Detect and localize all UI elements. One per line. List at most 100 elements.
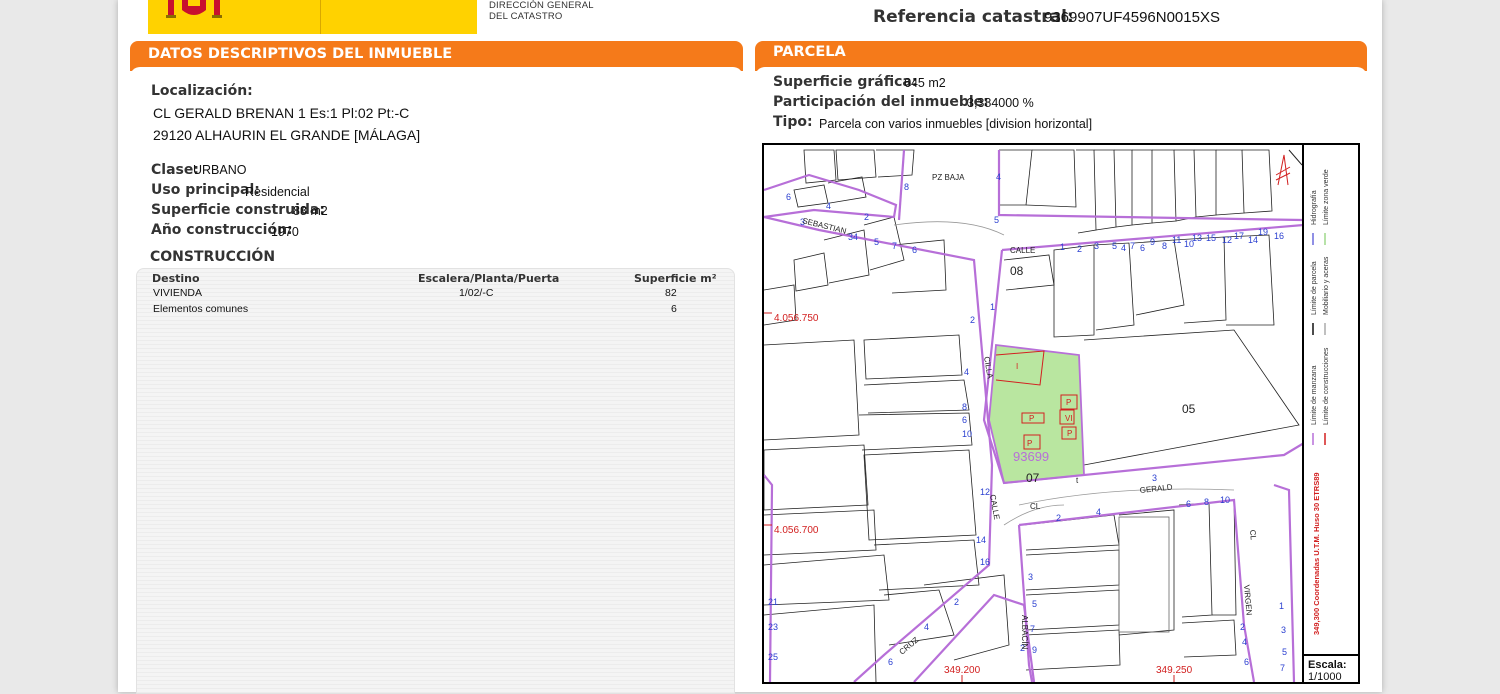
svg-text:P: P bbox=[1029, 414, 1034, 423]
scale-label: Escala: bbox=[1308, 659, 1347, 671]
svg-text:8: 8 bbox=[1162, 241, 1167, 251]
table-row-2-destino: Elementos comunes bbox=[153, 303, 249, 315]
svg-text:3: 3 bbox=[1028, 572, 1033, 582]
map-drawing: I P P P VI P 642 334 5 7 68 45 12 3 5 4 … bbox=[764, 149, 1302, 682]
svg-text:14: 14 bbox=[1248, 235, 1258, 245]
localizacion-label: Localización: bbox=[151, 83, 253, 99]
svg-text:5: 5 bbox=[1032, 599, 1037, 609]
participacion-label: Participación del inmueble: bbox=[773, 94, 989, 110]
col-escalera: Escalera/Planta/Puerta bbox=[418, 272, 560, 285]
svg-text:4.056.750: 4.056.750 bbox=[774, 313, 819, 324]
svg-text:2: 2 bbox=[1240, 622, 1245, 632]
svg-text:6: 6 bbox=[888, 657, 893, 667]
anio-construccion-value: 1970 bbox=[271, 225, 299, 239]
svg-text:9: 9 bbox=[1032, 645, 1037, 655]
construccion-table: Destino Escalera/Planta/Puerta Superfici… bbox=[136, 268, 735, 694]
north-arrow-icon bbox=[1275, 154, 1291, 186]
table-row-2-superficie: 6 bbox=[671, 303, 677, 315]
svg-text:9: 9 bbox=[1150, 237, 1155, 247]
gobierno-logo bbox=[148, 0, 477, 34]
legend-zona-verde: Límite zona verde bbox=[1323, 169, 1330, 225]
svg-text:13: 13 bbox=[1192, 233, 1202, 243]
tipo-label: Tipo: bbox=[773, 114, 813, 130]
col-superficie: Superficie m² bbox=[634, 272, 717, 285]
svg-text:16: 16 bbox=[980, 557, 990, 567]
svg-text:349.250: 349.250 bbox=[1156, 665, 1193, 676]
svg-text:3: 3 bbox=[1152, 473, 1157, 483]
svg-text:16: 16 bbox=[1274, 231, 1284, 241]
svg-text:8: 8 bbox=[1204, 497, 1209, 507]
svg-text:4: 4 bbox=[996, 172, 1001, 182]
svg-text:1: 1 bbox=[1279, 601, 1284, 611]
svg-text:CALLE: CALLE bbox=[1010, 246, 1035, 255]
legend-construcciones: Límite de construcciones bbox=[1323, 347, 1330, 425]
cadastral-map[interactable]: I P P P VI P 642 3 34 5 768 45 12 3 5 4 … bbox=[762, 143, 1360, 684]
superficie-construida-value: 88 m2 bbox=[293, 204, 328, 218]
svg-text:19: 19 bbox=[1258, 227, 1268, 237]
svg-text:5: 5 bbox=[994, 215, 999, 225]
svg-text:4.056.700: 4.056.700 bbox=[774, 525, 819, 536]
svg-text:2: 2 bbox=[1056, 513, 1061, 523]
table-row-1-epp: 1/02/-C bbox=[459, 287, 494, 299]
agency-name: DIRECCIÓN GENERAL DEL CATASTRO bbox=[489, 0, 594, 22]
coat-of-arms-icon bbox=[166, 0, 222, 18]
scale-box: Escala: 1/1000 bbox=[1302, 654, 1358, 682]
svg-text:7: 7 bbox=[892, 241, 897, 251]
svg-text:3: 3 bbox=[1094, 241, 1099, 251]
svg-text:10: 10 bbox=[962, 429, 972, 439]
svg-text:7: 7 bbox=[1030, 624, 1035, 634]
parcela-header: PARCELA bbox=[755, 41, 1367, 79]
svg-text:8: 8 bbox=[962, 402, 967, 412]
svg-text:ALBACÍN: ALBACÍN bbox=[1020, 615, 1029, 649]
svg-text:21: 21 bbox=[768, 597, 778, 607]
svg-text:4: 4 bbox=[964, 367, 969, 377]
svg-text:4: 4 bbox=[1096, 507, 1101, 517]
svg-text:12: 12 bbox=[1222, 235, 1232, 245]
clase-label: Clase: bbox=[151, 162, 199, 178]
svg-text:6: 6 bbox=[962, 415, 967, 425]
svg-text:05: 05 bbox=[1182, 402, 1196, 416]
svg-text:2: 2 bbox=[954, 597, 959, 607]
address-line-1: CL GERALD BRENAN 1 Es:1 Pl:02 Pt:-C bbox=[153, 105, 410, 121]
svg-text:3: 3 bbox=[1281, 625, 1286, 635]
logo-divider bbox=[320, 0, 321, 34]
svg-text:CL: CL bbox=[1248, 529, 1258, 541]
svg-text:15: 15 bbox=[1206, 233, 1216, 243]
svg-text:P: P bbox=[1066, 398, 1071, 407]
svg-text:1: 1 bbox=[990, 302, 995, 312]
svg-text:10: 10 bbox=[1220, 495, 1230, 505]
svg-text:GERALD: GERALD bbox=[1139, 483, 1173, 495]
svg-text:11: 11 bbox=[1172, 235, 1181, 245]
crs-note: 349,300 Coordenadas U.T.M. Huso 30 ETRS8… bbox=[1312, 472, 1321, 635]
col-destino: Destino bbox=[152, 272, 200, 285]
construccion-title: CONSTRUCCIÓN bbox=[150, 249, 276, 265]
legend-mobiliario: Mobiliario y aceras bbox=[1323, 256, 1330, 315]
svg-text:P: P bbox=[1027, 439, 1032, 448]
svg-text:2: 2 bbox=[1077, 244, 1082, 254]
svg-text:6: 6 bbox=[1140, 243, 1145, 253]
address-line-2: 29120 ALHAURIN EL GRANDE [MÁLAGA] bbox=[153, 127, 421, 143]
svg-text:4: 4 bbox=[924, 622, 929, 632]
svg-text:P: P bbox=[1067, 429, 1072, 438]
svg-text:7: 7 bbox=[1280, 663, 1285, 673]
svg-text:t: t bbox=[1076, 476, 1079, 485]
svg-text:CL: CL bbox=[1030, 502, 1041, 511]
superficie-grafica-label: Superficie gráfica: bbox=[773, 74, 918, 90]
svg-text:23: 23 bbox=[768, 622, 778, 632]
clase-value: URBANO bbox=[193, 163, 247, 177]
svg-text:CRUZ: CRUZ bbox=[898, 635, 921, 656]
svg-text:VI: VI bbox=[1065, 414, 1073, 423]
svg-text:349.200: 349.200 bbox=[944, 665, 981, 676]
svg-text:4: 4 bbox=[1242, 637, 1247, 647]
svg-text:14: 14 bbox=[976, 535, 986, 545]
svg-text:5: 5 bbox=[1282, 647, 1287, 657]
svg-text:2: 2 bbox=[970, 315, 975, 325]
svg-text:I: I bbox=[1016, 362, 1018, 371]
inmueble-title: DATOS DESCRIPTIVOS DEL INMUEBLE bbox=[148, 46, 453, 62]
svg-text:2: 2 bbox=[864, 212, 869, 222]
svg-text:6: 6 bbox=[912, 245, 917, 255]
svg-text:08: 08 bbox=[1010, 264, 1024, 278]
uso-label: Uso principal: bbox=[151, 182, 260, 198]
svg-text:17: 17 bbox=[1234, 231, 1244, 241]
table-row-1-superficie: 82 bbox=[665, 287, 677, 299]
